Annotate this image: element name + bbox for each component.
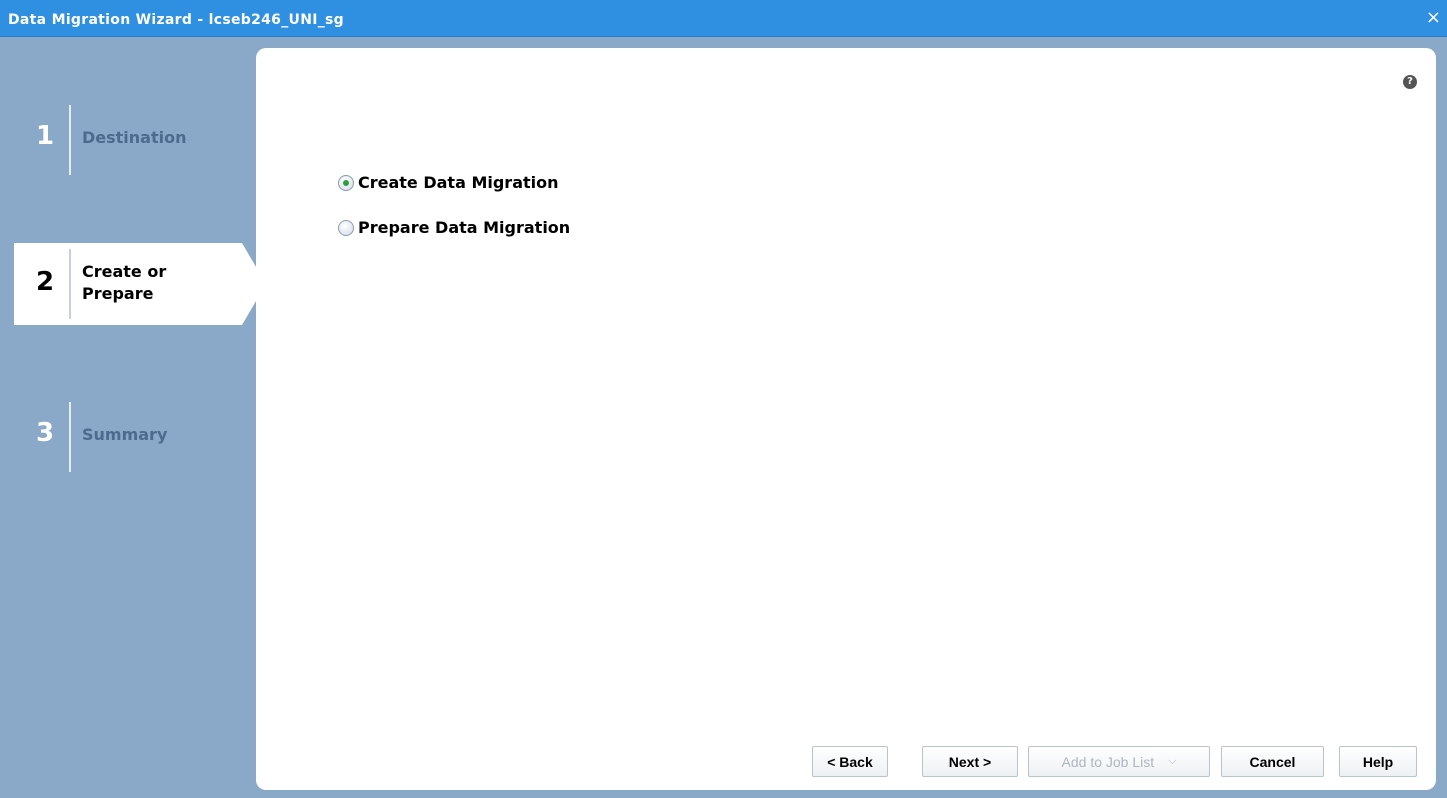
chevron-down-icon: ⌵ bbox=[1168, 755, 1177, 767]
step-number: 3 bbox=[36, 418, 55, 448]
step-divider bbox=[69, 105, 71, 175]
step-number: 2 bbox=[36, 267, 55, 297]
title-bar: Data Migration Wizard - lcseb246_UNI_sg … bbox=[0, 0, 1447, 37]
back-button[interactable]: < Back bbox=[812, 746, 888, 777]
cancel-button[interactable]: Cancel bbox=[1221, 746, 1324, 777]
step-summary[interactable]: 3 Summary bbox=[14, 392, 242, 474]
wizard-steps: 1 Destination 2 Create or Prepare 3 Summ… bbox=[6, 37, 266, 798]
prepare-data-migration-option[interactable]: Prepare Data Migration bbox=[338, 218, 570, 237]
wizard-frame: 1 Destination 2 Create or Prepare 3 Summ… bbox=[6, 37, 1441, 798]
step-divider bbox=[69, 402, 71, 472]
step-destination[interactable]: 1 Destination bbox=[14, 95, 242, 177]
add-to-job-list-label: Add to Job List bbox=[1061, 753, 1155, 770]
step-number: 1 bbox=[36, 121, 55, 151]
radio-button-selected[interactable] bbox=[338, 174, 354, 191]
option-label: Create Data Migration bbox=[358, 173, 559, 192]
close-icon[interactable]: × bbox=[1426, 9, 1441, 27]
step-divider bbox=[69, 249, 71, 319]
window-title: Data Migration Wizard - lcseb246_UNI_sg bbox=[8, 12, 344, 28]
step-label: Create or Prepare bbox=[82, 261, 166, 305]
step-label: Destination bbox=[82, 128, 187, 147]
help-button[interactable]: Help bbox=[1339, 746, 1417, 777]
help-icon[interactable]: ? bbox=[1403, 75, 1417, 89]
step-create-or-prepare[interactable]: 2 Create or Prepare bbox=[14, 243, 266, 325]
radio-button[interactable] bbox=[338, 219, 354, 236]
step-label-line1: Create or bbox=[82, 262, 167, 281]
option-label: Prepare Data Migration bbox=[358, 218, 571, 237]
add-to-job-list-button[interactable]: Add to Job List ⌵ bbox=[1028, 746, 1210, 777]
step-label: Summary bbox=[82, 425, 168, 444]
create-data-migration-option[interactable]: Create Data Migration bbox=[338, 173, 559, 192]
content-panel: ? Create Data Migration Prepare Data Mig… bbox=[256, 48, 1436, 790]
next-button[interactable]: Next > bbox=[922, 746, 1018, 777]
step-label-line2: Prepare bbox=[82, 284, 154, 303]
